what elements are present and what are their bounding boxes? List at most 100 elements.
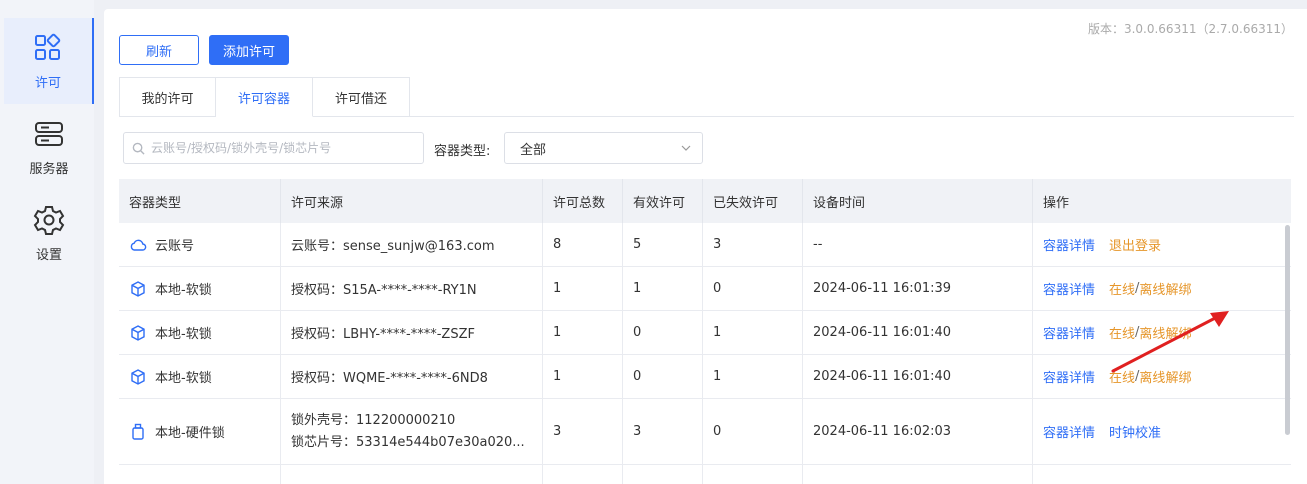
chip-number: 锁芯片号：53314e544b07e30a020... bbox=[291, 434, 525, 450]
logout-link[interactable]: 退出登录 bbox=[1109, 235, 1161, 254]
container-type: 本地-软锁 bbox=[155, 283, 212, 298]
offline-link[interactable]: 离线 bbox=[1139, 367, 1165, 386]
license-valid: 5 bbox=[623, 223, 703, 266]
online-link[interactable]: 在线 bbox=[1109, 279, 1135, 298]
search-box[interactable] bbox=[123, 132, 424, 164]
add-license-button[interactable]: 添加许可 bbox=[209, 35, 289, 65]
tab-license-container[interactable]: 许可容器 bbox=[216, 77, 313, 117]
container-type: 云账号 bbox=[155, 239, 195, 254]
row-actions: 容器详情 在线 / 离线 解绑 bbox=[1033, 355, 1291, 398]
sidebar-item-label: 设置 bbox=[35, 247, 62, 263]
online-link[interactable]: 在线 bbox=[1109, 367, 1135, 386]
online-link[interactable]: 在线 bbox=[1109, 323, 1135, 342]
table-row: 本地-软锁 授权码：S15A-****-****-RY1N 1 1 0 2024… bbox=[119, 267, 1291, 311]
license-source: 授权码：WQME-****-****-6ND8 bbox=[281, 355, 543, 398]
table-row: 本地-硬件锁 锁外壳号：112200000210 锁芯片号：53314e544b… bbox=[119, 399, 1291, 465]
license-source: 锁外壳号：112200000210 锁芯片号：53314e544b07e30a0… bbox=[281, 399, 543, 464]
usb-key-icon bbox=[129, 423, 147, 441]
column-header: 有效许可 bbox=[623, 179, 703, 223]
gear-icon bbox=[33, 204, 65, 236]
container-detail-link[interactable]: 容器详情 bbox=[1043, 367, 1095, 386]
license-total: 1 bbox=[543, 355, 623, 398]
container-detail-link[interactable]: 容器详情 bbox=[1043, 422, 1095, 441]
container-type-label: 容器类型: bbox=[434, 144, 491, 159]
search-icon bbox=[132, 142, 145, 155]
cube-icon bbox=[129, 324, 147, 342]
sidebar-item-server[interactable]: 服务器 bbox=[4, 104, 94, 190]
table-row: 本地-软锁 授权码：WQME-****-****-6ND8 1 0 1 2024… bbox=[119, 355, 1291, 399]
license-source: 云账号：sense_sunjw@163.com bbox=[281, 223, 543, 266]
license-valid: 3 bbox=[623, 399, 703, 464]
license-invalid: 0 bbox=[703, 399, 803, 464]
container-type: 本地-软锁 bbox=[155, 371, 212, 386]
refresh-button[interactable]: 刷新 bbox=[119, 35, 199, 65]
search-input[interactable] bbox=[151, 141, 411, 155]
unbind-link[interactable]: 解绑 bbox=[1165, 367, 1191, 386]
license-invalid: 3 bbox=[703, 223, 803, 266]
sidebar-item-label: 许可 bbox=[34, 75, 61, 91]
license-total: 1 bbox=[543, 311, 623, 354]
unbind-link[interactable]: 解绑 bbox=[1165, 323, 1191, 342]
device-time: 2024-06-11 16:01:40 bbox=[803, 355, 1033, 398]
license-source: 授权码：LBHY-****-****-ZSZF bbox=[281, 311, 543, 354]
column-header: 设备时间 bbox=[803, 179, 1033, 223]
license-invalid: 1 bbox=[703, 355, 803, 398]
offline-link[interactable]: 离线 bbox=[1139, 279, 1165, 298]
row-actions: 容器详情 时钟校准 bbox=[1033, 399, 1291, 464]
sidebar-item-license[interactable]: 许可 bbox=[4, 18, 94, 104]
column-header: 容器类型 bbox=[119, 179, 281, 223]
clock-calibrate-link[interactable]: 时钟校准 bbox=[1109, 422, 1161, 441]
version-text: 版本：3.0.0.66311（2.7.0.66311） bbox=[1087, 22, 1293, 36]
main-panel: 版本：3.0.0.66311（2.7.0.66311） 刷新 添加许可 我的许可… bbox=[104, 9, 1307, 484]
unbind-link[interactable]: 解绑 bbox=[1165, 279, 1191, 298]
license-total: 1 bbox=[543, 267, 623, 310]
table-row bbox=[119, 465, 1291, 484]
table-header: 容器类型 许可来源 许可总数 有效许可 已失效许可 设备时间 操作 bbox=[119, 179, 1291, 223]
license-invalid: 0 bbox=[703, 267, 803, 310]
license-total: 3 bbox=[543, 399, 623, 464]
row-actions: 容器详情 在线 / 离线 解绑 bbox=[1033, 267, 1291, 310]
container-type: 本地-软锁 bbox=[155, 327, 212, 342]
sidebar-item-label: 服务器 bbox=[29, 161, 69, 177]
table-row: 本地-软锁 授权码：LBHY-****-****-ZSZF 1 0 1 2024… bbox=[119, 311, 1291, 355]
tab-my-license[interactable]: 我的许可 bbox=[119, 77, 216, 117]
device-time: 2024-06-11 16:01:39 bbox=[803, 267, 1033, 310]
license-source: 授权码：S15A-****-****-RY1N bbox=[281, 267, 543, 310]
grid-icon bbox=[32, 32, 64, 64]
cube-icon bbox=[129, 280, 147, 298]
column-header: 操作 bbox=[1043, 195, 1070, 211]
vertical-scrollbar[interactable] bbox=[1285, 225, 1290, 435]
server-icon bbox=[33, 118, 65, 150]
shell-number: 锁外壳号：112200000210 bbox=[291, 412, 456, 428]
cloud-icon bbox=[129, 236, 147, 254]
container-table: 容器类型 许可来源 许可总数 有效许可 已失效许可 设备时间 操作 云账号 云账… bbox=[119, 179, 1291, 484]
table-row: 云账号 云账号：sense_sunjw@163.com 8 5 3 -- 容器详… bbox=[119, 223, 1291, 267]
column-header: 许可总数 bbox=[543, 179, 623, 223]
device-time: -- bbox=[803, 223, 1033, 266]
container-type-select[interactable]: 全部 bbox=[504, 132, 703, 164]
row-actions: 容器详情 在线 / 离线 解绑 bbox=[1033, 311, 1291, 354]
license-valid: 0 bbox=[623, 311, 703, 354]
row-actions: 容器详情 退出登录 bbox=[1033, 223, 1291, 266]
device-time: 2024-06-11 16:01:40 bbox=[803, 311, 1033, 354]
cube-icon bbox=[129, 368, 147, 386]
container-type: 本地-硬件锁 bbox=[155, 426, 225, 441]
license-valid: 1 bbox=[623, 267, 703, 310]
tab-bar: 我的许可 许可容器 许可借还 bbox=[119, 77, 410, 117]
tabs-divider bbox=[410, 116, 1294, 117]
tab-license-borrow[interactable]: 许可借还 bbox=[313, 77, 410, 117]
column-header: 已失效许可 bbox=[703, 179, 803, 223]
container-detail-link[interactable]: 容器详情 bbox=[1043, 235, 1095, 254]
column-header: 许可来源 bbox=[281, 179, 543, 223]
license-valid: 0 bbox=[623, 355, 703, 398]
container-detail-link[interactable]: 容器详情 bbox=[1043, 279, 1095, 298]
offline-link[interactable]: 离线 bbox=[1139, 323, 1165, 342]
license-invalid: 1 bbox=[703, 311, 803, 354]
sidebar-item-settings[interactable]: 设置 bbox=[4, 190, 94, 276]
chevron-down-icon bbox=[680, 142, 692, 154]
license-total: 8 bbox=[543, 223, 623, 266]
sidebar: 许可 服务器 设置 bbox=[0, 0, 94, 484]
container-detail-link[interactable]: 容器详情 bbox=[1043, 323, 1095, 342]
device-time: 2024-06-11 16:02:03 bbox=[803, 399, 1033, 464]
container-type-value: 全部 bbox=[520, 142, 547, 158]
